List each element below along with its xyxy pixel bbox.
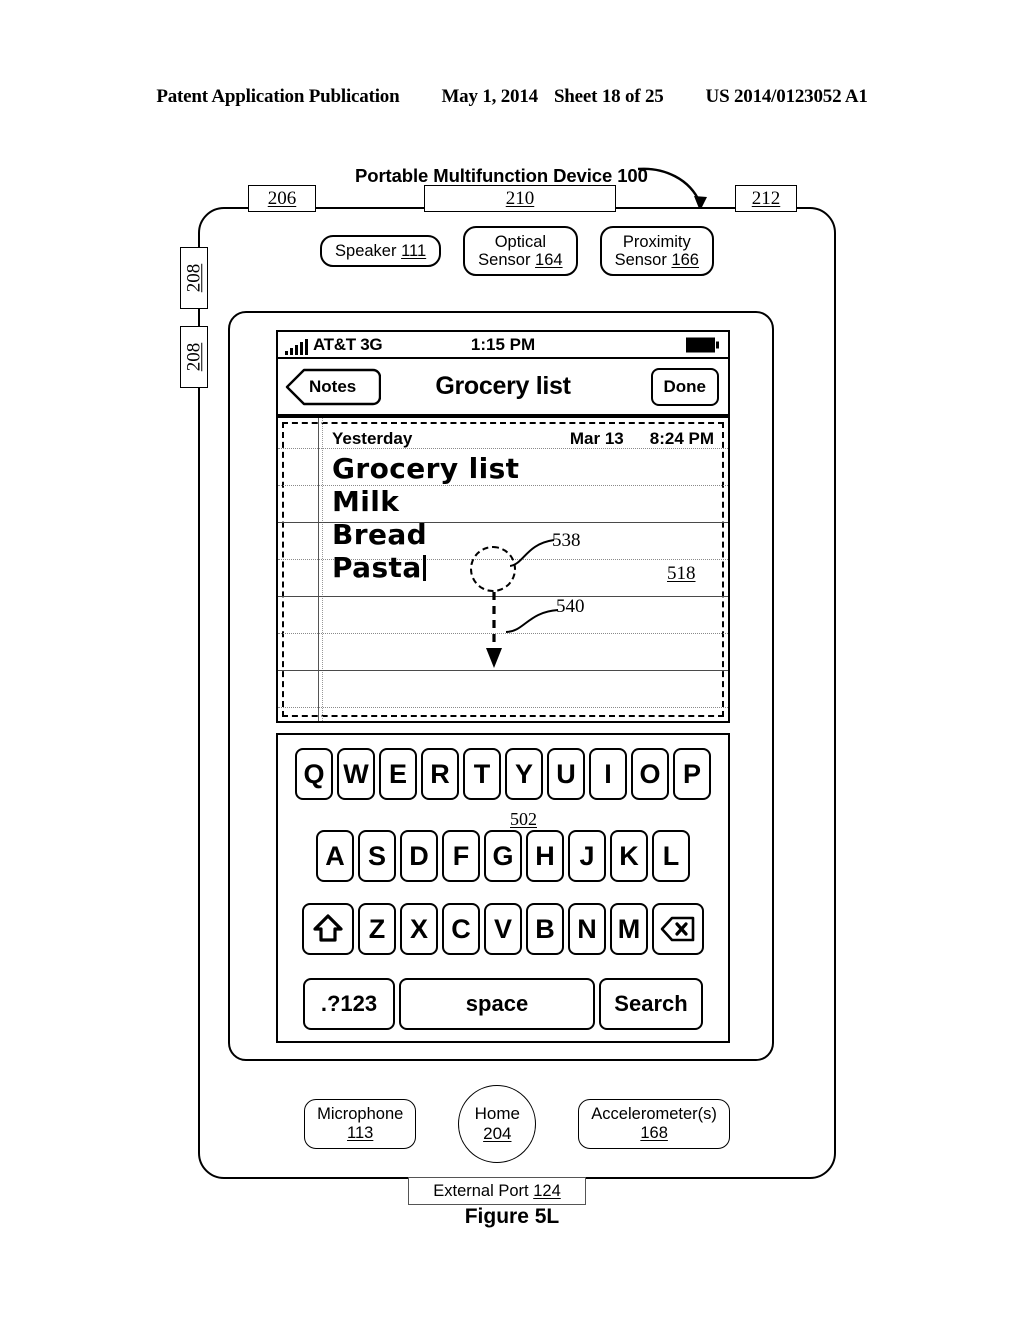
keyboard-row-2: A S D F G H J K L xyxy=(278,830,728,882)
key-k[interactable]: K xyxy=(610,830,648,882)
patent-number: US 2014/0123052 A1 xyxy=(705,86,868,107)
key-w[interactable]: W xyxy=(337,748,375,800)
status-bar: AT&T 3G 1:15 PM xyxy=(276,330,730,359)
note-line: Grocery list xyxy=(332,452,520,485)
publication-date: May 1, 2014 xyxy=(441,86,538,107)
backspace-delete-icon xyxy=(660,916,695,942)
key-i[interactable]: I xyxy=(589,748,627,800)
callout-210: 210 xyxy=(424,185,616,212)
key-u[interactable]: U xyxy=(547,748,585,800)
accelerometer-pill: Accelerometer(s) 168 xyxy=(578,1099,730,1149)
callout-518: 518 xyxy=(667,563,696,584)
note-header: Yesterday Mar 13 8:24 PM xyxy=(332,429,714,449)
space-key[interactable]: space xyxy=(399,978,595,1030)
figure-caption: Figure 5L xyxy=(464,1205,560,1228)
navigation-bar: Notes Grocery list Done xyxy=(276,359,730,416)
key-t[interactable]: T xyxy=(463,748,501,800)
delete-key[interactable] xyxy=(652,903,704,955)
key-f[interactable]: F xyxy=(442,830,480,882)
callout-538: 538 xyxy=(552,530,581,551)
home-button-num: 204 xyxy=(483,1124,512,1143)
callout-212: 212 xyxy=(735,185,797,212)
proximity-sensor-pill: Proximity Sensor 166 xyxy=(599,226,714,276)
note-line: Bread xyxy=(332,518,428,551)
device-title: Portable Multifunction Device 100 xyxy=(355,165,648,186)
search-key[interactable]: Search xyxy=(599,978,703,1030)
callout-540-leader xyxy=(506,609,559,633)
home-button-label: Home xyxy=(474,1104,520,1123)
key-c[interactable]: C xyxy=(442,903,480,955)
key-m[interactable]: M xyxy=(610,903,648,955)
shift-up-arrow-icon xyxy=(313,914,343,942)
microphone-pill: Microphone 113 xyxy=(304,1099,417,1149)
key-y[interactable]: Y xyxy=(505,748,543,800)
callout-538-leader xyxy=(510,539,555,567)
keyboard-row-4: .?123 space Search xyxy=(278,978,728,1030)
note-margin-rule-secondary xyxy=(322,418,323,721)
done-button[interactable]: Done xyxy=(650,367,719,406)
publication-label: Patent Application Publication xyxy=(156,86,400,107)
on-screen-keyboard[interactable]: Q W E R T Y U I O P 502 A S D F G H J K … xyxy=(276,733,730,1043)
note-rule-line xyxy=(278,707,728,708)
speaker-pill: Speaker 111 xyxy=(320,235,442,267)
sheet-number: Sheet 18 of 25 xyxy=(553,86,664,107)
key-b[interactable]: B xyxy=(526,903,564,955)
home-button[interactable]: Home 204 xyxy=(458,1085,537,1163)
key-x[interactable]: X xyxy=(400,903,438,955)
key-l[interactable]: L xyxy=(652,830,690,882)
key-d[interactable]: D xyxy=(400,830,438,882)
callout-502: 502 xyxy=(510,809,537,829)
key-p[interactable]: P xyxy=(673,748,711,800)
key-s[interactable]: S xyxy=(358,830,396,882)
key-h[interactable]: H xyxy=(526,830,564,882)
back-button-label: Notes xyxy=(309,376,357,396)
note-line-text: Pasta xyxy=(332,551,422,584)
shift-key[interactable] xyxy=(302,903,354,955)
note-content-area[interactable]: Yesterday Mar 13 8:24 PM Grocery list Mi… xyxy=(276,416,730,723)
note-time-label: 8:24 PM xyxy=(649,429,714,448)
callout-540: 540 xyxy=(556,596,585,617)
key-a[interactable]: A xyxy=(316,830,354,882)
note-line: Milk xyxy=(332,485,400,518)
key-j[interactable]: J xyxy=(568,830,606,882)
sensor-row: Speaker 111 Optical Sensor 164 Proximity… xyxy=(198,226,836,276)
text-cursor xyxy=(422,555,426,581)
key-q[interactable]: Q xyxy=(295,748,333,800)
callout-206: 206 xyxy=(248,185,316,212)
touch-screen[interactable]: AT&T 3G 1:15 PM Notes Grocery list Done xyxy=(228,311,774,1061)
key-v[interactable]: V xyxy=(484,903,522,955)
callout-208-lower: 208 xyxy=(180,326,208,388)
key-g[interactable]: G xyxy=(484,830,522,882)
bottom-hardware-row: Microphone 113 Home 204 Accelerometer(s)… xyxy=(198,1085,836,1163)
clock-label: 1:15 PM xyxy=(470,334,536,354)
key-o[interactable]: O xyxy=(631,748,669,800)
drag-direction-arrow xyxy=(486,592,502,668)
optical-sensor-pill: Optical Sensor 164 xyxy=(463,226,578,276)
keyboard-row-3: Z X C V B N M xyxy=(278,903,728,955)
battery-full-icon xyxy=(686,337,719,352)
note-date-label: Mar 13 xyxy=(569,429,624,448)
note-margin-rule xyxy=(318,418,319,721)
note-day-label: Yesterday xyxy=(332,429,413,448)
numbers-key[interactable]: .?123 xyxy=(303,978,395,1030)
key-e[interactable]: E xyxy=(379,748,417,800)
note-rule-line xyxy=(278,670,728,671)
key-r[interactable]: R xyxy=(421,748,459,800)
key-z[interactable]: Z xyxy=(358,903,396,955)
keyboard-row-1: Q W E R T Y U I O P xyxy=(278,748,728,800)
key-n[interactable]: N xyxy=(568,903,606,955)
patent-page-header: Patent Application Publication May 1, 20… xyxy=(0,86,1024,108)
external-port-callout: External Port 124 xyxy=(408,1177,586,1205)
callout-208-upper: 208 xyxy=(180,247,208,309)
